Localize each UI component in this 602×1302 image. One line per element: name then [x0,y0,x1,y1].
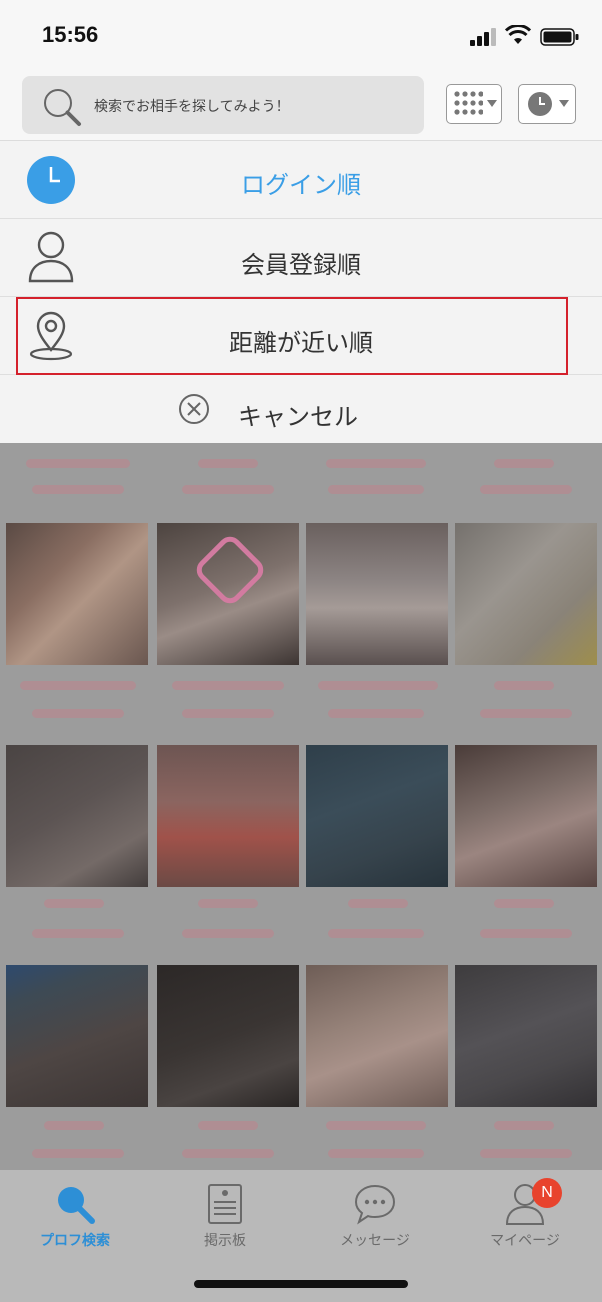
blurred-caption [198,1121,258,1130]
profile-photo[interactable] [157,965,299,1107]
profile-photo[interactable] [157,745,299,887]
blurred-caption [44,899,104,908]
profile-photo[interactable] [6,965,148,1107]
grid-view-button[interactable] [446,84,502,124]
blurred-caption [494,899,554,908]
profile-photo[interactable] [157,523,299,665]
sort-option-login[interactable]: ログイン順 [0,141,602,219]
chevron-down-icon [559,100,569,107]
blurred-caption [32,485,124,494]
blurred-caption [26,459,130,468]
sort-option-label: 会員登録順 [241,251,361,279]
profile-photo[interactable] [455,965,597,1107]
profile-photo[interactable] [306,745,448,887]
blurred-caption [44,1121,104,1130]
blurred-caption [182,929,274,938]
battery-icon [540,28,579,46]
signal-icon [470,28,496,46]
blurred-caption [480,929,572,938]
clock-icon [528,92,552,116]
tab-label: メッセージ [340,1233,410,1249]
blurred-caption [20,681,136,690]
search-input[interactable]: 検索でお相手を探してみよう！ [22,76,424,134]
search-header: 検索でお相手を探してみよう！ [0,72,602,140]
blurred-caption [318,681,438,690]
tab-label: マイページ [490,1233,560,1249]
blurred-caption [182,709,274,718]
tab-label: プロフ検索 [40,1233,110,1249]
search-icon [58,1187,95,1224]
sort-menu: ログイン順 会員登録順 距離が近い順 キャンセル [0,140,602,444]
blurred-caption [328,1149,424,1158]
profile-photo[interactable] [306,523,448,665]
profile-photo[interactable] [455,745,597,887]
blurred-caption [494,1121,554,1130]
blurred-caption [328,485,424,494]
wifi-icon [505,25,531,44]
cancel-label: キャンセル [238,403,358,431]
notification-badge: N [532,1178,562,1208]
sort-option-registration[interactable]: 会員登録順 [0,219,602,297]
close-circle-icon [179,394,209,424]
sort-option-label: ログイン順 [241,171,361,199]
chevron-down-icon [487,100,497,107]
tab-label: 掲示板 [204,1233,246,1249]
blurred-caption [480,1149,572,1158]
blurred-caption [198,899,258,908]
blurred-caption [480,709,572,718]
blurred-caption [494,459,554,468]
blurred-caption [198,459,258,468]
blurred-caption [480,485,572,494]
blurred-caption [328,929,424,938]
tab-profile-search[interactable]: プロフ検索 [0,1178,150,1268]
blurred-caption [326,459,426,468]
profile-photo[interactable] [6,523,148,665]
grid-icon [454,91,483,115]
heart-sticker [191,531,269,609]
blurred-caption [494,681,554,690]
status-bar: 15:56 [0,0,602,72]
tab-board[interactable]: 掲示板 [150,1178,300,1268]
blurred-caption [348,899,408,908]
sort-button[interactable] [518,84,576,124]
magnifier-icon [44,89,81,126]
board-icon [208,1184,242,1224]
search-placeholder: 検索でお相手を探してみよう！ [94,99,290,115]
chat-icon [354,1184,396,1225]
blurred-caption [182,1149,274,1158]
profile-photo[interactable] [6,745,148,887]
blurred-caption [32,709,124,718]
profile-grid-overlay[interactable] [0,443,602,1170]
status-time: 15:56 [42,22,99,47]
tab-mypage[interactable]: N マイページ [450,1178,600,1268]
highlight-frame [16,297,568,375]
profile-photo[interactable] [455,523,597,665]
blurred-caption [32,929,124,938]
blurred-caption [182,485,274,494]
blurred-caption [326,1121,426,1130]
blurred-caption [172,681,284,690]
blurred-caption [32,1149,124,1158]
tab-messages[interactable]: メッセージ [300,1178,450,1268]
blurred-caption [328,709,424,718]
profile-photo[interactable] [306,965,448,1107]
cancel-button[interactable]: キャンセル [0,377,602,443]
home-indicator [194,1280,408,1288]
